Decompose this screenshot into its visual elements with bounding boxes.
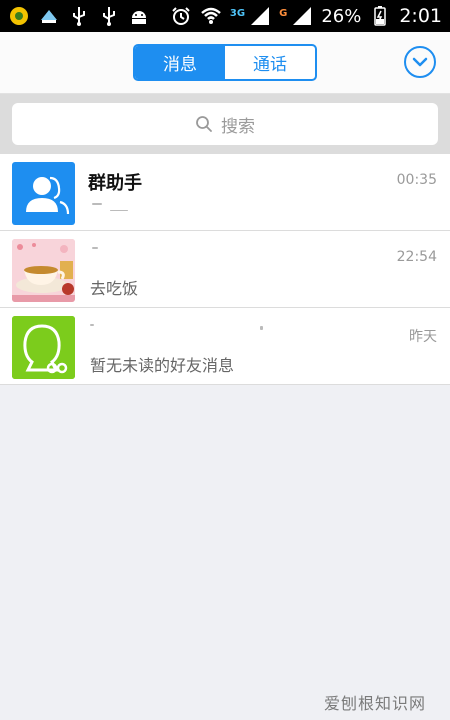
redacted-text [92, 247, 98, 249]
weather-icon [38, 5, 60, 27]
status-bar: 3G G 26% 2:01 [0, 0, 450, 32]
usb-debug-icon [98, 5, 120, 27]
conversation-row-group-assistant[interactable]: 群助手 00:35 [0, 154, 450, 231]
header-bar: 消息 通话 [0, 32, 450, 94]
tab-calls[interactable]: 通话 [225, 46, 315, 79]
search-icon [196, 116, 212, 132]
redacted-text [92, 203, 102, 205]
android-icon [128, 5, 150, 27]
conversation-time: 00:35 [396, 172, 437, 188]
group-assistant-icon [12, 162, 75, 225]
search-input[interactable]: 搜索 [12, 103, 438, 145]
conversation-row-contact[interactable]: 去吃饭 22:54 [0, 231, 450, 308]
conversation-preview: 去吃饭 [90, 279, 139, 298]
watermark: 爱刨根知识网 [323, 694, 426, 713]
wifi-icon [200, 5, 222, 27]
search-bar: 搜索 [0, 94, 450, 154]
redacted-text [260, 326, 263, 330]
conversation-row-friend-messages[interactable]: 暂无未读的好友消息 昨天 [0, 308, 450, 385]
more-menu-button[interactable] [404, 46, 436, 78]
conversation-time: 昨天 [409, 329, 437, 345]
redacted-text [90, 324, 94, 326]
conversation-time: 22:54 [396, 249, 437, 265]
chevron-down-icon [412, 57, 428, 67]
tab-switcher: 消息 通话 [133, 44, 317, 81]
battery-percent: 26% [321, 5, 362, 27]
conversation-list: 群助手 00:35 去吃饭 22:54 暂无未读的好友消息 昨天 [0, 154, 450, 385]
usb-icon [68, 5, 90, 27]
conversation-title: 群助手 [88, 173, 142, 194]
network-3g-label: 3G [229, 8, 246, 19]
app-notification-icon [8, 5, 30, 27]
signal-icon [249, 5, 271, 27]
search-placeholder: 搜索 [221, 116, 255, 137]
tea-cup-photo [12, 239, 75, 302]
conversation-preview: 暂无未读的好友消息 [90, 356, 235, 375]
tab-messages[interactable]: 消息 [135, 46, 225, 79]
signal-icon-2 [291, 5, 313, 27]
network-g-label: G [279, 8, 288, 19]
battery-charging-icon [369, 5, 391, 27]
friend-silhouette-icon [12, 316, 75, 379]
alarm-icon [170, 5, 192, 27]
clock: 2:01 [399, 5, 442, 27]
redacted-text [110, 210, 128, 211]
